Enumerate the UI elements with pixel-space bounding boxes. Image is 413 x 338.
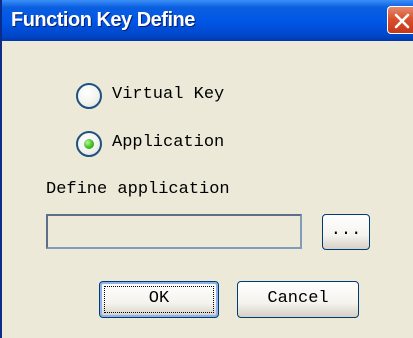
radio-selected-dot bbox=[84, 139, 94, 149]
radio-application-circle[interactable] bbox=[76, 131, 102, 157]
window-title: Function Key Define bbox=[11, 9, 195, 31]
radio-virtual-key[interactable]: Virtual Key bbox=[76, 83, 276, 113]
title-bar[interactable]: Function Key Define bbox=[2, 0, 413, 41]
ok-button[interactable]: OK bbox=[99, 281, 219, 318]
radio-virtual-key-circle[interactable] bbox=[76, 83, 102, 109]
dialog-window: Function Key Define Virtual Key Applicat… bbox=[0, 0, 413, 338]
browse-button[interactable]: ... bbox=[322, 214, 370, 250]
radio-application-label[interactable]: Application bbox=[112, 133, 224, 152]
radio-application[interactable]: Application bbox=[76, 131, 276, 161]
application-path-input[interactable] bbox=[46, 214, 302, 249]
focus-rectangle bbox=[104, 286, 214, 313]
define-application-label: Define application bbox=[46, 180, 230, 199]
close-icon bbox=[394, 13, 410, 29]
radio-virtual-key-label[interactable]: Virtual Key bbox=[112, 85, 224, 104]
cancel-button[interactable]: Cancel bbox=[237, 281, 359, 318]
close-button[interactable] bbox=[387, 6, 413, 34]
